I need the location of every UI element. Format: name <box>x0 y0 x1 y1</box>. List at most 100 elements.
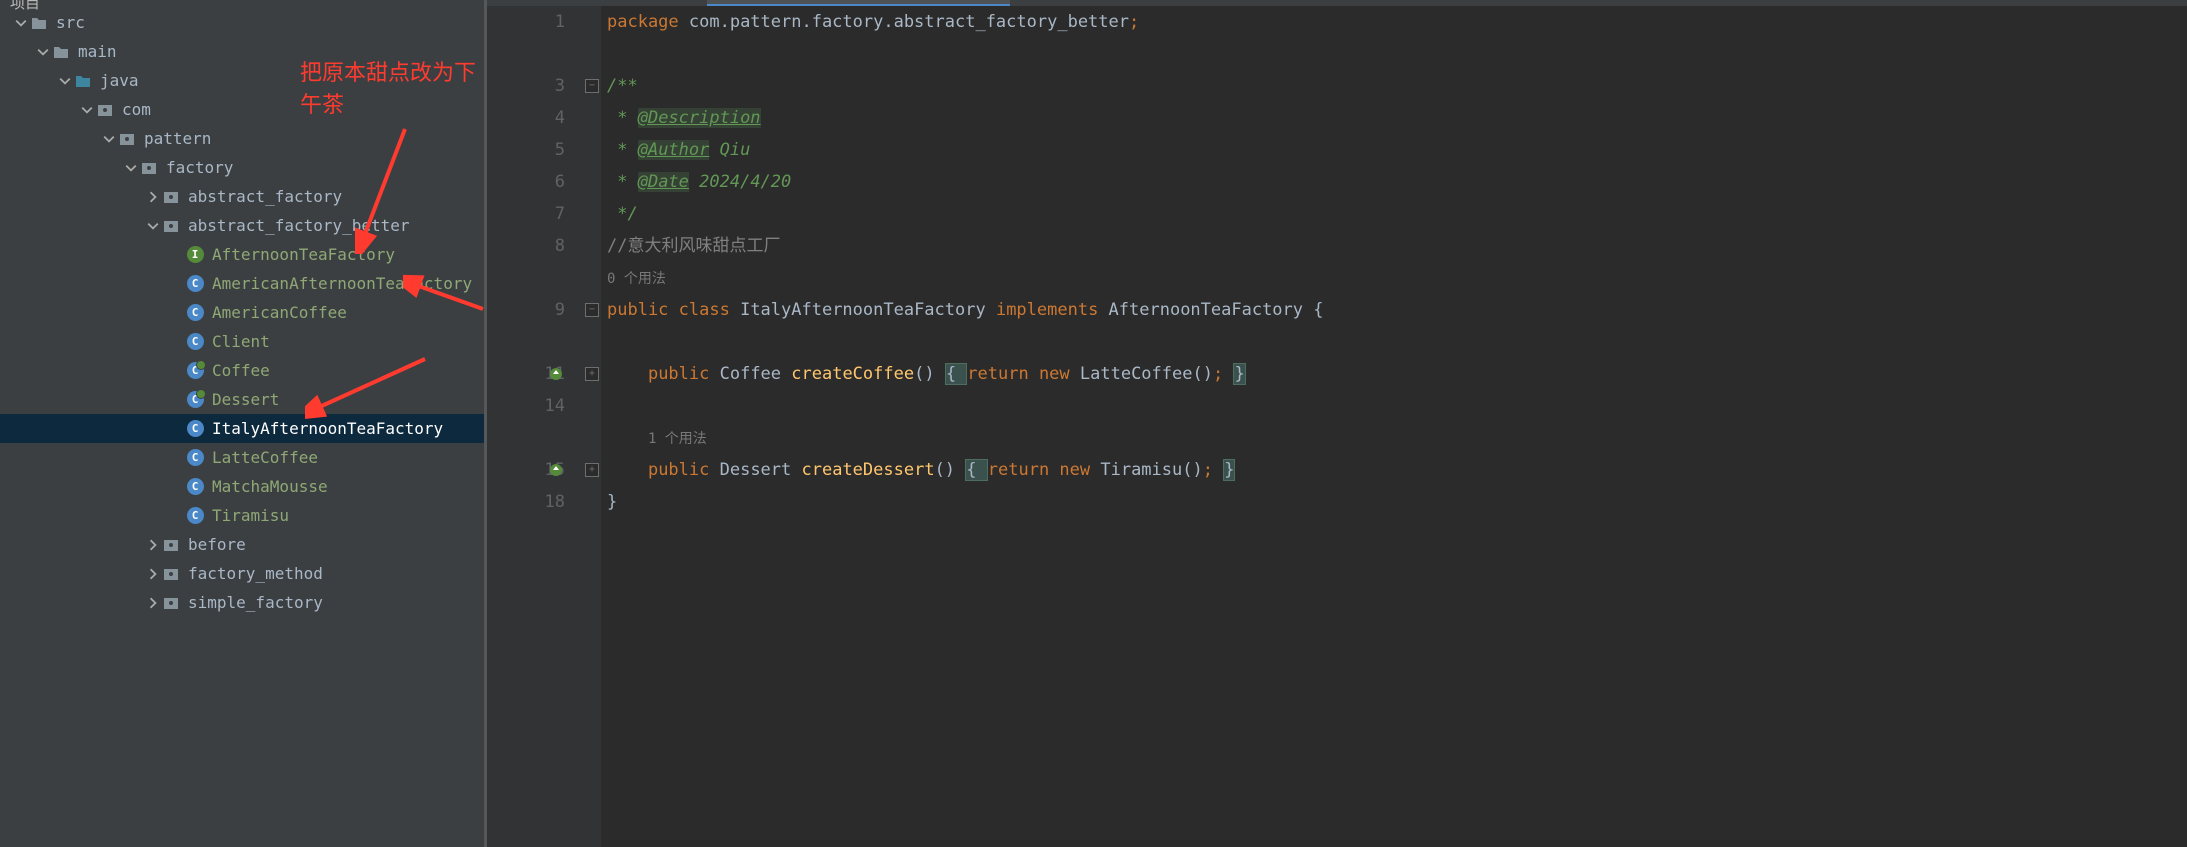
code-content[interactable]: package com.pattern.factory.abstract_fac… <box>601 6 2187 847</box>
code-line <box>607 326 2187 358</box>
line-number: 5 <box>487 134 565 166</box>
folder-icon <box>52 43 70 61</box>
code-line: public Dessert createDessert() { return … <box>607 454 2187 486</box>
chevron-down-icon[interactable] <box>144 217 162 235</box>
usage-hint[interactable]: 1 个用法 <box>607 422 2187 454</box>
tree-label: factory <box>164 158 233 177</box>
tree-node-before[interactable]: before <box>0 530 484 559</box>
code-line: * @Author Qiu <box>607 134 2187 166</box>
class-icon: C <box>186 478 204 496</box>
tree-label: AmericanAfternoonTeaFactory <box>210 274 472 293</box>
fold-toggle-icon[interactable]: + <box>585 463 599 477</box>
tree-label: simple_factory <box>186 593 323 612</box>
tree-label: factory_method <box>186 564 323 583</box>
tree-file-matcha-mousse[interactable]: CMatchaMousse <box>0 472 484 501</box>
tree-file-american-coffee[interactable]: CAmericanCoffee <box>0 298 484 327</box>
tree-label: LatteCoffee <box>210 448 318 467</box>
line-number: 6 <box>487 166 565 198</box>
code-line: //意大利风味甜点工厂 <box>607 230 2187 262</box>
source-folder-icon <box>74 72 92 90</box>
line-number: 9 <box>487 294 565 326</box>
tree-node-factory[interactable]: factory <box>0 153 484 182</box>
code-line: * @Description <box>607 102 2187 134</box>
editor-area: CDessertFactory.java× CItalyAfternoonTea… <box>487 0 2187 847</box>
tree-label: Dessert <box>210 390 279 409</box>
code-line: */ <box>607 198 2187 230</box>
tree-file-client[interactable]: C Client <box>0 327 484 356</box>
code-line: /** <box>607 70 2187 102</box>
chevron-right-icon[interactable] <box>144 565 162 583</box>
tree-label: before <box>186 535 246 554</box>
code-line <box>607 390 2187 422</box>
tree-label: abstract_factory_better <box>186 216 410 235</box>
abstract-class-icon: C <box>186 362 204 380</box>
code-line: public class ItalyAfternoonTeaFactory im… <box>607 294 2187 326</box>
tree-label: main <box>76 42 117 61</box>
line-number: 11 <box>487 358 565 390</box>
package-icon <box>140 159 158 177</box>
abstract-class-icon: C <box>186 391 204 409</box>
fold-toggle-icon[interactable]: − <box>585 303 599 317</box>
override-up-icon[interactable] <box>549 463 563 477</box>
project-tree[interactable]: 把原本甜点改为下午茶 src main java com pattern fac… <box>0 4 484 847</box>
chevron-right-icon[interactable] <box>144 594 162 612</box>
tree-node-abstract-factory-better[interactable]: abstract_factory_better <box>0 211 484 240</box>
fold-column: − − + + <box>581 6 601 847</box>
tree-label: pattern <box>142 129 211 148</box>
package-icon <box>162 217 180 235</box>
code-line: package com.pattern.factory.abstract_fac… <box>607 6 2187 38</box>
tree-node-com[interactable]: com <box>0 95 484 124</box>
tree-file-coffee[interactable]: C Coffee <box>0 356 484 385</box>
tree-node-java[interactable]: java <box>0 66 484 95</box>
line-number: 18 <box>487 486 565 518</box>
fold-toggle-icon[interactable]: + <box>585 367 599 381</box>
tree-node-factory-method[interactable]: factory_method <box>0 559 484 588</box>
line-number <box>487 38 565 70</box>
chevron-right-icon[interactable] <box>144 536 162 554</box>
tree-node-main[interactable]: main <box>0 37 484 66</box>
tree-node-simple-factory[interactable]: simple_factory <box>0 588 484 617</box>
tree-node-pattern[interactable]: pattern <box>0 124 484 153</box>
line-number <box>487 422 565 454</box>
package-icon <box>96 101 114 119</box>
chevron-down-icon[interactable] <box>78 101 96 119</box>
chevron-down-icon[interactable] <box>56 72 74 90</box>
interface-icon: I <box>186 246 204 264</box>
tree-file-tiramisu[interactable]: CTiramisu <box>0 501 484 530</box>
tree-label: Client <box>210 332 270 351</box>
override-up-icon[interactable] <box>549 367 563 381</box>
line-number <box>487 326 565 358</box>
code-line: public Coffee createCoffee() { return ne… <box>607 358 2187 390</box>
class-icon: C <box>186 275 204 293</box>
tree-label: Coffee <box>210 361 270 380</box>
chevron-down-icon[interactable] <box>34 43 52 61</box>
fold-toggle-icon[interactable]: − <box>585 79 599 93</box>
chevron-right-icon[interactable] <box>144 188 162 206</box>
code-editor[interactable]: 1 3 4 5 6 7 8 9 11 14 15 18 − − + <box>487 6 2187 847</box>
tree-node-abstract-factory[interactable]: abstract_factory <box>0 182 484 211</box>
tree-file-dessert[interactable]: C Dessert <box>0 385 484 414</box>
chevron-down-icon[interactable] <box>122 159 140 177</box>
line-number: 3 <box>487 70 565 102</box>
package-icon <box>118 130 136 148</box>
chevron-down-icon[interactable] <box>100 130 118 148</box>
tree-node-src[interactable]: src <box>0 8 484 37</box>
tree-label: java <box>98 71 139 90</box>
tree-label: ItalyAfternoonTeaFactory <box>210 419 443 438</box>
line-number: 7 <box>487 198 565 230</box>
usage-hint[interactable]: 0 个用法 <box>607 262 2187 294</box>
folder-icon <box>30 14 48 32</box>
class-icon: C <box>186 333 204 351</box>
code-line: * @Date 2024/4/20 <box>607 166 2187 198</box>
code-line <box>607 38 2187 70</box>
gutter: 1 3 4 5 6 7 8 9 11 14 15 18 <box>487 6 581 847</box>
tree-label: AfternoonTeaFactory <box>210 245 395 264</box>
line-number <box>487 262 565 294</box>
tree-file-american-afternoon-tea-factory[interactable]: C AmericanAfternoonTeaFactory <box>0 269 484 298</box>
tree-file-italy-afternoon-tea-factory[interactable]: CItalyAfternoonTeaFactory <box>0 414 484 443</box>
class-icon: C <box>186 449 204 467</box>
chevron-down-icon[interactable] <box>12 14 30 32</box>
tree-label: Tiramisu <box>210 506 289 525</box>
tree-file-afternoon-tea-factory[interactable]: I AfternoonTeaFactory <box>0 240 484 269</box>
tree-file-latte-coffee[interactable]: C LatteCoffee <box>0 443 484 472</box>
